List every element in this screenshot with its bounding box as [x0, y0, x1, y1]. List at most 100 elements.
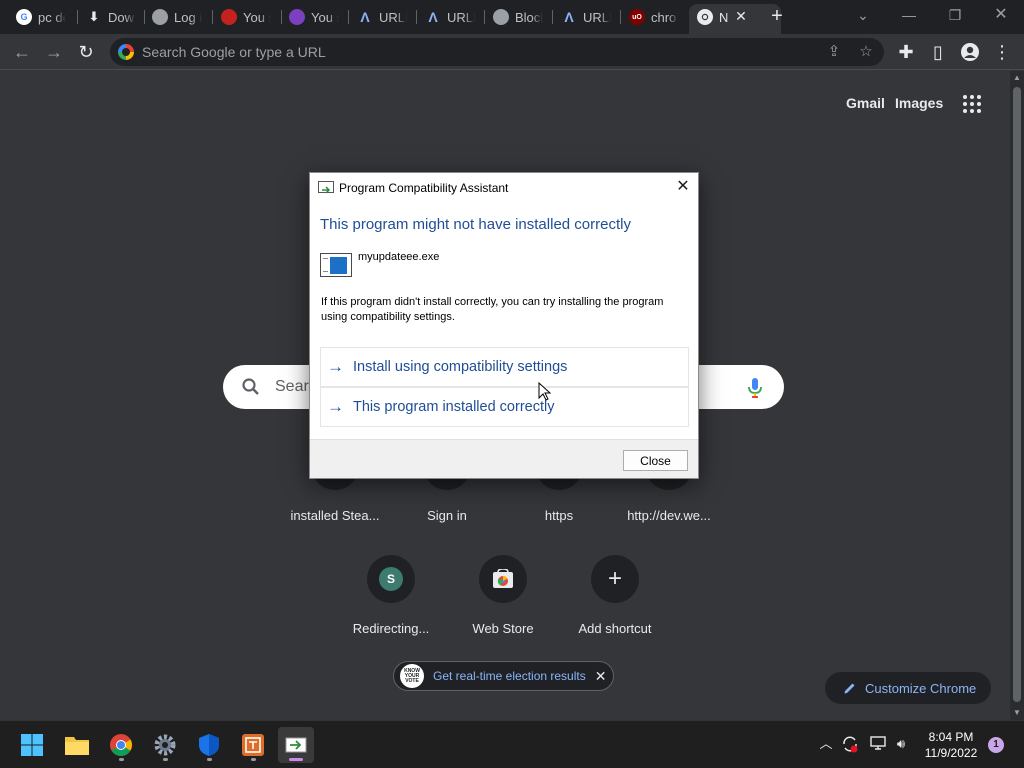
tab-1[interactable]: G pc de — [8, 6, 70, 28]
minimize-button[interactable]: — — [886, 4, 932, 28]
urlhaus-icon: Λ — [428, 9, 438, 25]
customize-label: Customize Chrome — [865, 680, 977, 696]
profile-avatar[interactable] — [958, 40, 982, 64]
scroll-up-arrow-icon[interactable]: ▲ — [1010, 71, 1024, 85]
download-icon: ⬇ — [88, 9, 100, 24]
tab-9[interactable]: Λ URLh — [553, 6, 619, 28]
windows-taskbar: ︿ 🔊︎ 8:04 PM 11/9/2022 1 — [0, 720, 1024, 768]
gmail-link[interactable]: Gmail — [846, 95, 885, 111]
installed-correctly-option[interactable]: → This program installed correctly — [320, 387, 689, 427]
side-panel-icon[interactable]: ▯ — [926, 40, 950, 64]
tab-11-active[interactable]: N — [689, 6, 733, 28]
tab-5[interactable]: You s — [281, 6, 347, 28]
add-shortcut-button[interactable]: + Add shortcut — [559, 555, 671, 636]
volume-icon[interactable]: 🔊︎ — [892, 735, 910, 753]
shortcut-label: Redirecting... — [352, 621, 430, 636]
tab-10[interactable]: uO chro — [621, 6, 687, 28]
mouse-cursor-icon — [538, 382, 552, 401]
compatibility-dialog: Program Compatibility Assistant ✕ This p… — [309, 172, 699, 479]
shortcut-label: Web Store — [472, 621, 534, 636]
google-icon: G — [16, 9, 32, 25]
close-icon[interactable]: ✕ — [595, 668, 607, 685]
omnibox[interactable]: ⇪ ☆ — [110, 38, 884, 66]
red-shield-icon — [221, 9, 237, 25]
dialog-heading: This program might not have installed co… — [320, 216, 631, 233]
tab-title: N — [719, 9, 729, 25]
install-compatibility-option[interactable]: → Install using compatibility settings — [320, 347, 689, 387]
globe-icon — [493, 9, 509, 25]
dialog-footer: Close — [310, 439, 698, 478]
page-scrollbar[interactable]: ▲ ▼ — [1010, 71, 1024, 720]
tab-title: URLh — [379, 9, 407, 25]
shortcut-tile-web-store[interactable]: Web Store — [447, 555, 559, 636]
taskbar-windows-security[interactable] — [191, 727, 227, 763]
tab-title: You s — [243, 9, 271, 25]
reload-button[interactable]: ↻ — [74, 40, 98, 64]
extensions-puzzle-icon[interactable]: ✚ — [894, 40, 918, 64]
scrollbar-thumb[interactable] — [1013, 87, 1021, 702]
google-apps-icon[interactable] — [963, 95, 981, 113]
pencil-icon — [844, 683, 855, 694]
back-button[interactable]: ← — [10, 40, 34, 64]
tab-close-icon[interactable]: ✕ — [733, 8, 749, 24]
arrow-right-icon: → — [327, 357, 344, 376]
taskbar-settings[interactable] — [147, 727, 183, 763]
taskbar-file-explorer[interactable] — [59, 727, 95, 763]
tab-7[interactable]: Λ URLh — [417, 6, 483, 28]
tab-title: You s — [311, 9, 339, 25]
customize-chrome-button[interactable]: Customize Chrome — [825, 672, 991, 704]
tab-3[interactable]: Log i — [144, 6, 210, 28]
dialog-close-icon[interactable]: ✕ — [672, 177, 694, 197]
taskbar-installer-app[interactable] — [235, 727, 271, 763]
installer-box-icon — [242, 734, 264, 756]
clock-date: 11/9/2022 — [924, 746, 978, 760]
scroll-down-arrow-icon[interactable]: ▼ — [1010, 706, 1024, 720]
taskbar-compatibility-assistant[interactable] — [278, 727, 314, 763]
network-icon[interactable] — [869, 735, 887, 753]
close-window-button[interactable]: ✕ — [978, 4, 1024, 28]
images-link[interactable]: Images — [895, 95, 943, 111]
omnibox-input[interactable] — [142, 42, 782, 62]
start-button[interactable] — [14, 727, 50, 763]
plus-icon: + — [591, 555, 639, 603]
chrome-menu-icon[interactable]: ⋮ — [990, 40, 1014, 64]
tab-8[interactable]: Block — [485, 6, 551, 28]
taskbar-clock[interactable]: 8:04 PM 11/9/2022 — [918, 729, 984, 761]
election-promo-link[interactable]: Get real-time election results — [433, 669, 586, 683]
running-indicator — [119, 758, 124, 761]
show-hidden-icons-chevron-icon[interactable]: ︿ — [817, 735, 835, 753]
sync-alert-icon[interactable] — [841, 735, 859, 753]
new-tab-button[interactable]: + — [767, 5, 787, 27]
tab-title: Dow — [108, 9, 135, 25]
chrome-icon — [697, 9, 713, 25]
shortcut-tile-redirecting[interactable]: S Redirecting... — [335, 555, 447, 636]
forward-button[interactable]: → — [42, 40, 66, 64]
notification-badge[interactable]: 1 — [988, 737, 1004, 753]
tab-4[interactable]: You s — [213, 6, 279, 28]
tab-title: URLh — [583, 9, 611, 25]
taskbar-chrome[interactable] — [103, 727, 139, 763]
dialog-titlebar[interactable]: Program Compatibility Assistant ✕ — [310, 173, 698, 201]
running-indicator — [251, 758, 256, 761]
election-promo[interactable]: KNOW YOUR VOTE Get real-time election re… — [393, 661, 614, 691]
dialog-description: If this program didn't install correctly… — [321, 296, 664, 323]
shortcut-favicon — [479, 555, 527, 603]
tab-title: chro — [651, 9, 677, 25]
urlhaus-icon: Λ — [360, 9, 370, 25]
dialog-close-button[interactable]: Close — [623, 450, 688, 471]
tab-6[interactable]: Λ URLh — [349, 6, 415, 28]
share-icon[interactable]: ⇪ — [824, 42, 844, 62]
microphone-icon[interactable] — [747, 377, 763, 399]
globe-icon — [152, 9, 168, 25]
tab-2[interactable]: ⬇ Dow — [78, 6, 140, 28]
tab-search-icon[interactable]: ⌄ — [840, 4, 886, 28]
tab-title: Log i — [174, 9, 202, 25]
search-icon — [242, 378, 259, 395]
program-file-icon — [320, 253, 352, 277]
option-label: This program installed correctly — [353, 399, 555, 415]
restore-button[interactable]: ❐ — [932, 4, 978, 28]
urlhaus-icon: Λ — [564, 9, 574, 25]
dialog-title: Program Compatibility Assistant — [339, 181, 509, 195]
bookmark-star-icon[interactable]: ☆ — [856, 42, 876, 62]
tab-title: pc de — [38, 9, 66, 25]
